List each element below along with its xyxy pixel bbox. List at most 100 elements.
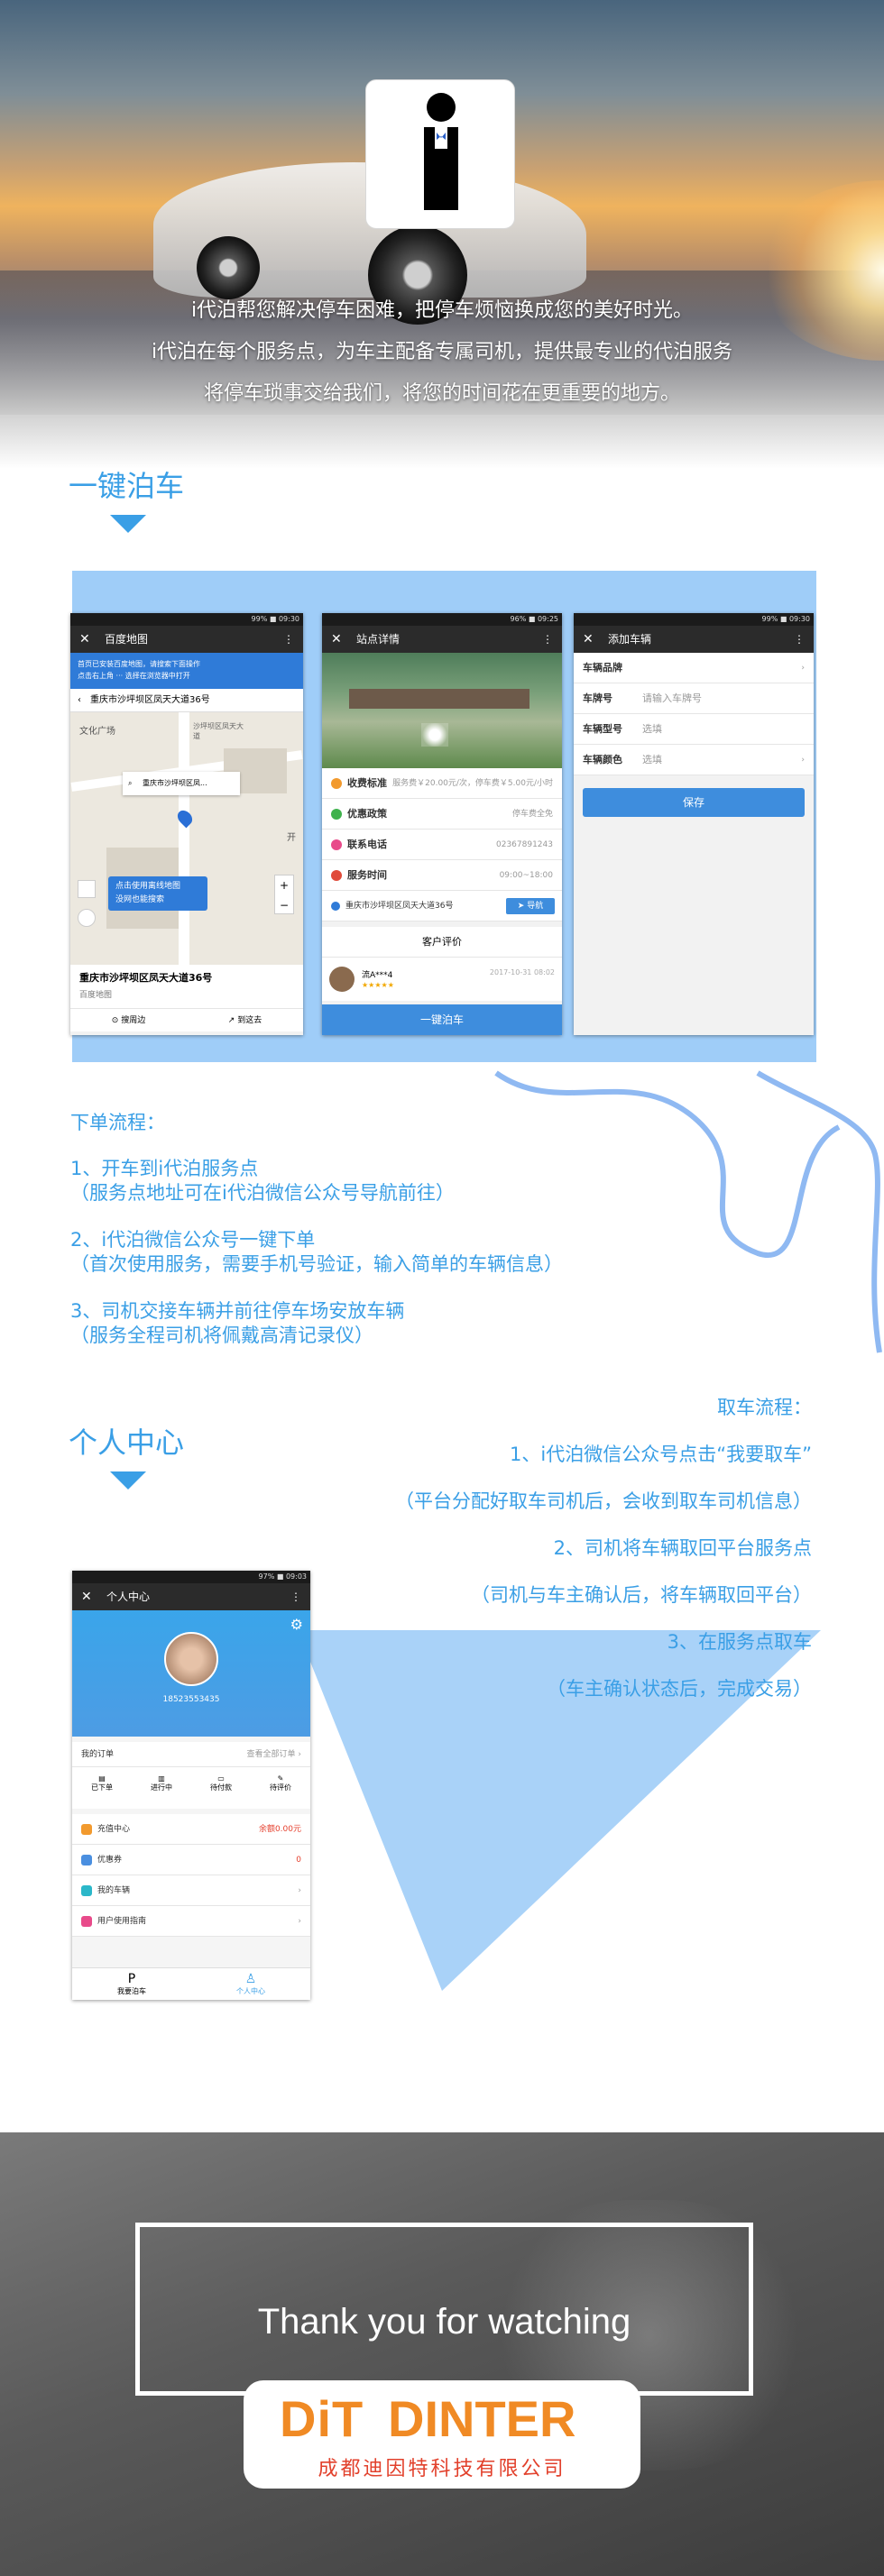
- row-label: 车辆颜色: [583, 754, 622, 765]
- row-label: 联系电话: [347, 839, 387, 850]
- menu-value: 余额0.00元: [258, 1825, 301, 1834]
- recharge-icon: [81, 1823, 92, 1835]
- place-title: 重庆市沙坪坝区凤天大道36号: [79, 972, 213, 984]
- user-icon: ♙: [244, 1972, 257, 1986]
- row-label: 车辆型号: [583, 723, 622, 735]
- chevron-right-icon: ›: [298, 1917, 301, 1926]
- phone-icon: [331, 839, 342, 850]
- open-in-browser-banner: 首页已安装百度地图，请搜索下面操作 点击右上角 ··· 选择在浏览器中打开: [70, 653, 303, 689]
- map-road: [179, 712, 189, 965]
- gear-icon[interactable]: ⚙: [290, 1616, 303, 1633]
- title-bar: ✕ 个人中心 ⋮: [72, 1583, 310, 1610]
- phone-station-detail: 96% ■ 09:25 ✕ 站点详情 ⋮ 收费标准 服务费￥20.00元/次，停车…: [322, 613, 562, 1035]
- vehicle-model-field[interactable]: 车辆型号 选填: [574, 714, 814, 745]
- avatar[interactable]: [164, 1632, 218, 1686]
- row-label: 收费标准: [347, 777, 387, 789]
- menu-my-vehicles[interactable]: 我的车辆 ›: [72, 1875, 310, 1906]
- tab-ordered[interactable]: ▤ 已下单: [72, 1767, 132, 1809]
- close-icon[interactable]: ✕: [79, 626, 90, 653]
- address-bar[interactable]: ‹ 重庆市沙坪坝区凤天大道36号: [70, 689, 303, 712]
- navigate-button[interactable]: ➤ 导航: [506, 898, 555, 914]
- brand-card: DiT DINTER 成都迪因特科技有限公司: [244, 2380, 640, 2489]
- tab-label: 进行中: [151, 1783, 172, 1792]
- tab-label: 待评价: [270, 1783, 291, 1792]
- reviewer-name: 流A***4: [362, 971, 393, 980]
- pickup-flow-heading: 取车流程：: [717, 1397, 812, 1418]
- route-button[interactable]: ↗ 到这去: [187, 1009, 303, 1031]
- more-icon[interactable]: ⋮: [283, 626, 294, 653]
- save-button[interactable]: 保存: [583, 788, 805, 817]
- menu-user-guide[interactable]: 用户使用指南 ›: [72, 1906, 310, 1937]
- close-icon[interactable]: ✕: [331, 626, 342, 653]
- row-value: 停车费全免: [511, 810, 553, 819]
- row-label: 优惠政策: [347, 808, 387, 820]
- menu-value: 0: [296, 1856, 301, 1865]
- order-flow-heading: 下单流程：: [70, 1112, 165, 1133]
- row-value: 02367891243: [496, 840, 553, 849]
- triangle-down-icon: [110, 515, 146, 533]
- search-icon: ⌕: [128, 779, 133, 787]
- chevron-right-icon: ›: [801, 756, 805, 765]
- section-title-personal-center: 个人中心: [69, 1426, 185, 1460]
- vehicle-brand-row[interactable]: 车辆品牌 ›: [574, 653, 814, 683]
- place-card[interactable]: 重庆市沙坪坝区凤天大道36号 百度地图: [70, 965, 303, 1008]
- screen-title: 站点详情: [356, 633, 401, 646]
- clock-icon: [331, 870, 342, 881]
- row-value: 09:00~18:00: [499, 871, 553, 880]
- map-label: 沙坪坝区凤天大道: [193, 722, 244, 740]
- menu-recharge[interactable]: 充值中心 余额0.00元: [72, 1814, 310, 1845]
- map-view[interactable]: 文化广场 沙坪坝区凤天大道 开 ⌕ 重庆市沙坪坝区凤... 点击使用离线地图 没…: [70, 712, 303, 965]
- map-search-input[interactable]: ⌕ 重庆市沙坪坝区凤...: [123, 772, 240, 795]
- more-icon[interactable]: ⋮: [290, 1583, 301, 1610]
- status-bar: 96% ■ 09:25: [322, 613, 562, 626]
- tip-line: 没网也能搜索: [115, 895, 165, 904]
- my-orders-row[interactable]: 我的订单 查看全部订单 ›: [72, 1742, 310, 1767]
- phone-row[interactable]: 联系电话 02367891243: [322, 830, 562, 860]
- nav-personal-center[interactable]: ♙ 个人中心: [191, 1968, 310, 2000]
- user-phone: 18523553435: [162, 1695, 220, 1704]
- order-status-tabs: ▤ 已下单 ▥ 进行中 ▭ 待付款 ✎ 待评价: [72, 1767, 310, 1809]
- zoom-controls[interactable]: + −: [274, 875, 294, 914]
- close-icon[interactable]: ✕: [81, 1583, 92, 1610]
- traffic-icon[interactable]: [78, 880, 96, 898]
- title-bar: ✕ 添加车辆 ⋮: [574, 626, 814, 653]
- my-orders-label: 我的订单: [81, 1750, 115, 1759]
- banner-text: 首页已安装百度地图，请搜索下面操作: [78, 660, 200, 668]
- more-icon[interactable]: ⋮: [542, 626, 553, 653]
- tab-unpaid[interactable]: ▭ 待付款: [191, 1767, 251, 1809]
- ribbon-decoration: [494, 1070, 882, 1353]
- tab-in-progress[interactable]: ▥ 进行中: [132, 1767, 191, 1809]
- avatar: [329, 967, 355, 992]
- navigate-label: 导航: [527, 902, 544, 911]
- more-icon[interactable]: ⋮: [794, 626, 805, 653]
- search-value: 重庆市沙坪坝区凤...: [143, 779, 207, 787]
- nav-parking[interactable]: P 我要泊车: [72, 1968, 191, 2000]
- fee-row: 收费标准 服务费￥20.00元/次，停车费￥5.00元/小时: [322, 768, 562, 799]
- discount-icon: [331, 809, 342, 820]
- one-click-parking-button[interactable]: 一键泊车: [322, 1004, 562, 1035]
- thanks-text: Thank you for watching: [257, 2302, 631, 2342]
- hero-line-3: 将停车琐事交给我们，将您的时间花在更重要的地方。: [203, 382, 680, 405]
- back-arrow-icon[interactable]: ‹: [78, 689, 81, 712]
- status-bar: 99% ■ 09:30: [574, 613, 814, 626]
- offline-map-tip[interactable]: 点击使用离线地图 没网也能搜索: [108, 876, 207, 911]
- route-icon: ↗: [227, 1016, 238, 1025]
- close-icon[interactable]: ✕: [583, 626, 594, 653]
- tip-line: 点击使用离线地图: [115, 882, 181, 891]
- vehicle-color-field[interactable]: 车辆颜色 选填 ›: [574, 745, 814, 775]
- review-item: 流A***4 ★★★★★ 2017-10-31 08:02: [322, 958, 562, 1001]
- phone-map-screen: 99% ■ 09:30 ✕ 百度地图 ⋮ 首页已安装百度地图，请搜索下面操作 点…: [70, 613, 303, 1035]
- menu-coupons[interactable]: 优惠券 0: [72, 1845, 310, 1875]
- locate-icon[interactable]: [78, 909, 96, 927]
- tab-label: 待付款: [210, 1783, 232, 1792]
- view-all-orders-link[interactable]: 查看全部订单 ›: [247, 1742, 301, 1767]
- model-placeholder: 选填: [642, 723, 662, 735]
- car-wheel-icon: [197, 236, 260, 299]
- tab-to-review[interactable]: ✎ 待评价: [251, 1767, 310, 1809]
- phone-add-vehicle: 99% ■ 09:30 ✕ 添加车辆 ⋮ 车辆品牌 › 车牌号 请输入车牌号 车辆型…: [574, 613, 814, 1035]
- plate-number-field[interactable]: 车牌号 请输入车牌号: [574, 683, 814, 714]
- guide-icon: [81, 1915, 92, 1927]
- edit-icon: ✎: [277, 1774, 284, 1783]
- order-step-1-note: （服务点地址可在i代泊微信公众号导航前往）: [70, 1182, 455, 1204]
- nearby-button[interactable]: ⊙ 搜周边: [70, 1009, 187, 1031]
